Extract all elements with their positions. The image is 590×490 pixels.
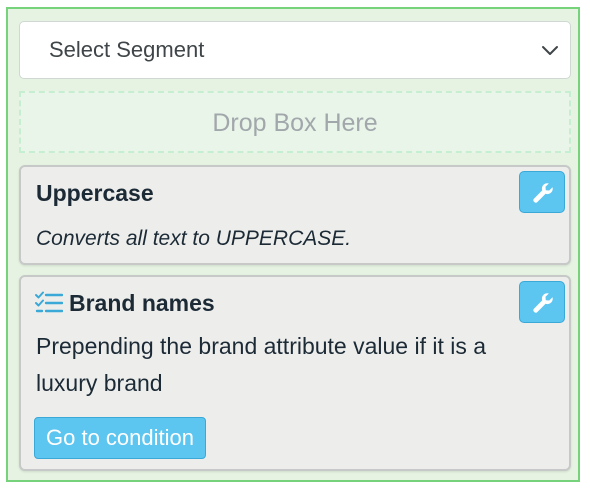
transformation-panel: Select Segment Drop Box Here Uppercase C… (6, 7, 580, 482)
segment-select-value: Select Segment (49, 37, 205, 62)
card-title: Uppercase (36, 180, 154, 206)
segment-select[interactable]: Select Segment (19, 21, 571, 79)
transformation-card-uppercase: Uppercase Converts all text to UPPERCASE… (19, 165, 571, 265)
edit-brand-names-button[interactable] (519, 281, 565, 323)
card-description: Converts all text to UPPERCASE. (36, 227, 352, 250)
checklist-icon (35, 291, 63, 313)
card-description: Prepending the brand attribute value if … (36, 333, 487, 396)
wrench-icon (533, 183, 553, 203)
card-title: Brand names (69, 290, 215, 316)
chevron-down-icon (542, 46, 558, 55)
edit-uppercase-button[interactable] (519, 171, 565, 213)
drop-zone[interactable]: Drop Box Here (19, 91, 571, 153)
go-to-condition-button[interactable]: Go to condition (34, 417, 206, 459)
wrench-icon (533, 293, 553, 313)
drop-zone-label: Drop Box Here (212, 109, 378, 137)
transformation-card-brand-names: Brand names Prepending the brand attribu… (19, 275, 571, 471)
